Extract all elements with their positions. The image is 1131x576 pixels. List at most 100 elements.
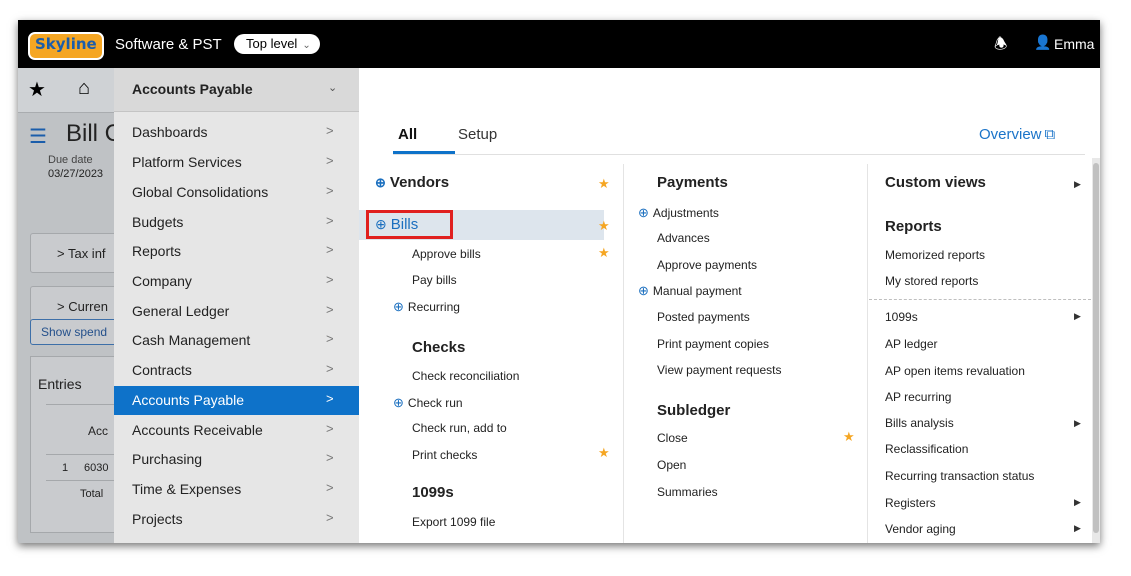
home-icon[interactable]: ⌂ (78, 77, 90, 100)
open-link[interactable]: Open (657, 458, 686, 472)
scrollbar-thumb[interactable] (1093, 163, 1099, 533)
favorite-star-icon[interactable]: ★ (598, 176, 610, 192)
menu-item-projects[interactable]: Projects > (114, 505, 359, 534)
menu-item-label: Budgets (132, 214, 184, 230)
add-circle-icon[interactable]: ⊕ (638, 283, 649, 298)
export-1099-link[interactable]: Export 1099 file (412, 515, 495, 529)
favorite-star-icon[interactable]: ★ (598, 218, 610, 234)
application-menu: Accounts Payable ⌄ Dashboards > Platform … (114, 68, 359, 543)
vendors-link[interactable]: ⊕ Vendors (375, 174, 449, 191)
subledger-heading: Subledger (657, 402, 731, 419)
chevron-right-icon: > (326, 153, 334, 168)
skyline-logo[interactable]: Skyline (28, 32, 104, 60)
chevron-right-icon: > (326, 450, 334, 465)
menu-item-platform-services[interactable]: Platform Services > (114, 148, 359, 177)
menu-item-label: Contracts (132, 362, 192, 378)
memorized-reports-link[interactable]: Memorized reports (885, 248, 985, 262)
user-icon[interactable]: 👤 (1034, 34, 1051, 51)
chevron-right-icon: > (326, 302, 334, 317)
external-link-icon: ⧉ (1044, 126, 1056, 143)
menu-item-label: Purchasing (132, 451, 203, 467)
menu-item-company[interactable]: Company > (114, 267, 359, 296)
manual-payment-label: Manual payment (652, 284, 742, 298)
menu-current-app[interactable]: Accounts Payable ⌄ (114, 68, 359, 112)
chevron-right-icon: > (326, 391, 334, 406)
tab-setup[interactable]: Setup (458, 126, 497, 143)
approve-payments-link[interactable]: Approve payments (657, 258, 757, 272)
pay-bills-link[interactable]: Pay bills (412, 273, 457, 287)
add-circle-icon[interactable]: ⊕ (638, 205, 649, 220)
favorite-star-icon[interactable]: ★ (843, 429, 855, 445)
app-window: Skyline Software & PST Top level ⌄ 🕭 👤 Em… (18, 20, 1100, 543)
menu-item-label: Dashboards (132, 124, 208, 140)
check-reconciliation-link[interactable]: Check reconciliation (412, 369, 519, 383)
star-icon[interactable]: ★ (28, 77, 46, 102)
registers-link[interactable]: Registers (885, 496, 936, 510)
chevron-right-icon: > (326, 272, 334, 287)
favorite-star-icon[interactable]: ★ (598, 445, 610, 461)
menu-item-cash-management[interactable]: Cash Management > (114, 326, 359, 355)
menu-item-time-expenses[interactable]: Time & Expenses > (114, 475, 359, 504)
bills-analysis-link[interactable]: Bills analysis (885, 416, 954, 430)
add-circle-icon[interactable]: ⊕ (375, 175, 386, 190)
column-divider (623, 164, 624, 543)
menu-item-global-consolidations[interactable]: Global Consolidations > (114, 178, 359, 207)
check-run-label: Check run (407, 396, 463, 410)
row-number: 1 (62, 462, 69, 474)
tab-all[interactable]: All (398, 126, 417, 143)
ap-ledger-link[interactable]: AP ledger (885, 337, 937, 351)
menu-item-general-ledger[interactable]: General Ledger > (114, 297, 359, 326)
chevron-right-icon: > (326, 183, 334, 198)
user-name[interactable]: Emma (1054, 36, 1094, 52)
custom-views-link[interactable]: Custom views (885, 174, 986, 191)
chevron-right-icon: > (326, 480, 334, 495)
menu-item-accounts-payable[interactable]: Accounts Payable > (114, 386, 359, 415)
my-stored-reports-link[interactable]: My stored reports (885, 274, 978, 288)
summaries-link[interactable]: Summaries (657, 485, 718, 499)
check-run-add-link[interactable]: Check run, add to (412, 421, 507, 435)
chevron-right-icon: > (326, 510, 334, 525)
ap-open-items-revaluation-link[interactable]: AP open items revaluation (885, 364, 1025, 378)
chevron-right-icon: > (326, 213, 334, 228)
recurring-link[interactable]: ⊕ Recurring (393, 299, 460, 315)
add-circle-icon[interactable]: ⊕ (393, 395, 404, 410)
submenu-panel: All Setup Overview ⧉ ⊕ Vendors ★ ⊕ Bills ★ … (359, 68, 1100, 543)
menu-item-purchasing[interactable]: Purchasing > (114, 445, 359, 474)
menu-item-dashboards[interactable]: Dashboards > (114, 118, 359, 147)
advances-link[interactable]: Advances (657, 231, 710, 245)
adjustments-link[interactable]: ⊕ Adjustments (638, 205, 719, 221)
chevron-down-icon: ⌄ (328, 82, 338, 94)
chevron-right-icon: > (326, 421, 334, 436)
menu-item-label: General Ledger (132, 303, 230, 319)
reports-1099s-link[interactable]: 1099s (885, 310, 918, 324)
add-circle-icon[interactable]: ⊕ (393, 299, 404, 314)
vendors-label: Vendors (389, 174, 450, 191)
payments-heading: Payments (657, 174, 728, 191)
print-payment-copies-link[interactable]: Print payment copies (657, 337, 769, 351)
close-link[interactable]: Close (657, 431, 688, 445)
chevron-right-icon: > (326, 361, 334, 376)
recurring-transaction-status-link[interactable]: Recurring transaction status (885, 469, 1034, 483)
megaphone-icon[interactable]: 🕭 (994, 34, 1007, 59)
reclassification-link[interactable]: Reclassification (885, 442, 968, 456)
menu-item-budgets[interactable]: Budgets > (114, 208, 359, 237)
print-checks-link[interactable]: Print checks (412, 448, 477, 462)
ap-recurring-link[interactable]: AP recurring (885, 390, 951, 404)
favorite-star-icon[interactable]: ★ (598, 245, 610, 261)
menu-item-reports[interactable]: Reports > (114, 237, 359, 266)
vendor-aging-link[interactable]: Vendor aging (885, 522, 956, 536)
manual-payment-link[interactable]: ⊕ Manual payment (638, 283, 742, 299)
posted-payments-link[interactable]: Posted payments (657, 310, 750, 324)
menu-item-label: Platform Services (132, 154, 242, 170)
approve-bills-link[interactable]: Approve bills (412, 247, 481, 261)
menu-item-accounts-receivable[interactable]: Accounts Receivable > (114, 416, 359, 445)
scope-selector[interactable]: Top level ⌄ (234, 34, 320, 54)
list-icon[interactable]: ☰ (29, 124, 47, 149)
overview-link[interactable]: Overview ⧉ (979, 126, 1055, 143)
row-account: 6030 (84, 462, 109, 474)
company-name: Software & PST (115, 36, 222, 53)
menu-item-label: Accounts Payable (132, 392, 245, 408)
view-payment-requests-link[interactable]: View payment requests (657, 363, 782, 377)
check-run-link[interactable]: ⊕ Check run (393, 395, 463, 411)
menu-item-contracts[interactable]: Contracts > (114, 356, 359, 385)
